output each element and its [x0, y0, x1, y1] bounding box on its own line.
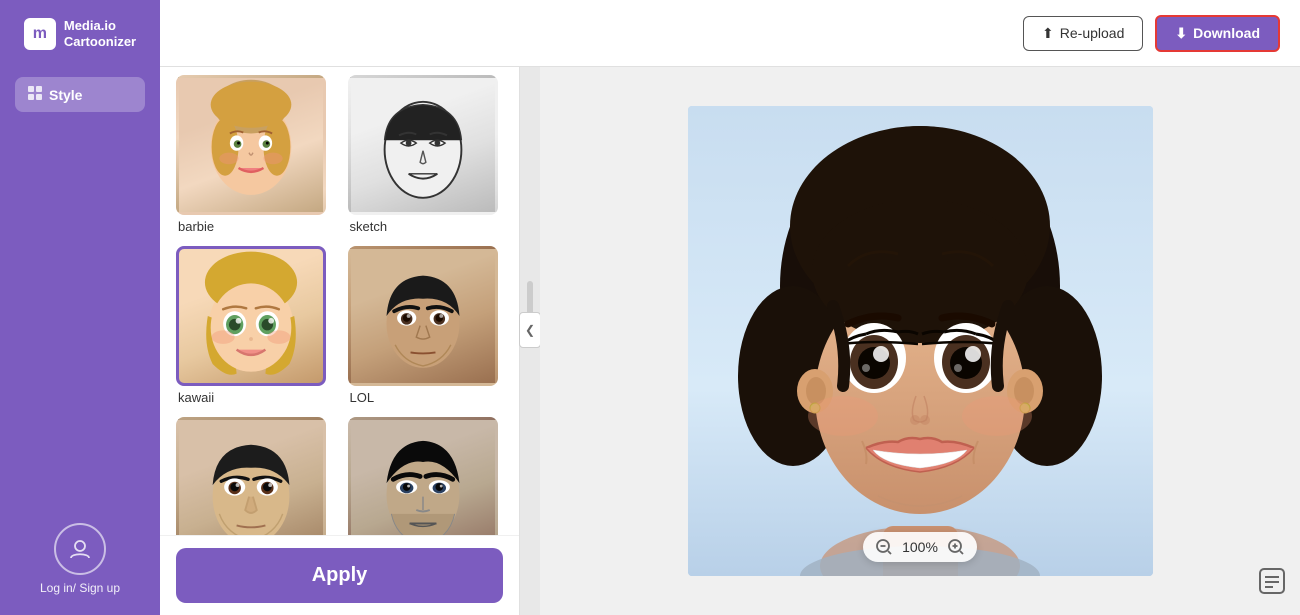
style-item-kawaii[interactable]: kawaii: [176, 246, 332, 405]
style-item-sketch[interactable]: sketch: [348, 75, 504, 234]
style-item-american-comics[interactable]: american comics: [348, 417, 504, 535]
logo-text: Media.io Cartoonizer: [64, 18, 136, 49]
header: m Media.io Cartoonizer ⬆ Re-upload ⬇ Dow…: [0, 0, 1300, 67]
style-icon: [27, 85, 43, 104]
style-grid: barbie: [160, 67, 519, 535]
header-buttons: ⬆ Re-upload ⬇ Download: [1023, 15, 1280, 52]
upload-icon: ⬆: [1042, 25, 1054, 42]
cartoon-preview-svg: [688, 106, 1153, 576]
edit-button[interactable]: [1258, 567, 1286, 601]
sidebar: Style Log in/ Sign up: [0, 67, 160, 615]
zoom-level: 100%: [901, 539, 939, 555]
reupload-button[interactable]: ⬆ Re-upload: [1023, 16, 1143, 51]
user-avatar[interactable]: [54, 523, 106, 575]
preview-image-container: 100%: [688, 106, 1153, 576]
style-image-lol: [348, 246, 498, 386]
style-label-kawaii: kawaii: [176, 390, 332, 405]
apply-button-container: Apply: [160, 535, 519, 615]
style-image-sketch: [348, 75, 498, 215]
zoom-in-button[interactable]: [947, 538, 965, 556]
download-button[interactable]: ⬇ Download: [1155, 15, 1280, 52]
style-item-lol[interactable]: LOL: [348, 246, 504, 405]
sidebar-bottom: Log in/ Sign up: [40, 523, 120, 595]
main-content: Style Log in/ Sign up: [0, 67, 1300, 615]
style-label-lol: LOL: [348, 390, 504, 405]
apply-button[interactable]: Apply: [176, 548, 503, 603]
sidebar-item-style[interactable]: Style: [15, 77, 145, 112]
style-image-caricature: [176, 417, 326, 535]
style-panel: barbie: [160, 67, 520, 615]
logo-area: m Media.io Cartoonizer: [0, 0, 160, 67]
style-image-american-comics: [348, 417, 498, 535]
download-icon: ⬇: [1175, 25, 1187, 42]
style-item-barbie[interactable]: barbie: [176, 75, 332, 234]
preview-image: [688, 106, 1153, 576]
login-label[interactable]: Log in/ Sign up: [40, 581, 120, 595]
preview-area: 100%: [540, 67, 1300, 615]
collapse-panel-button[interactable]: ❮: [519, 312, 541, 348]
style-item-caricature[interactable]: caricature: [176, 417, 332, 535]
panel-divider: ❮: [520, 67, 540, 615]
logo-icon: m: [24, 18, 56, 50]
style-image-barbie: [176, 75, 326, 215]
zoom-out-button[interactable]: [875, 538, 893, 556]
style-label-sketch: sketch: [348, 219, 504, 234]
style-image-kawaii: [176, 246, 326, 386]
zoom-controls: 100%: [863, 532, 977, 562]
style-label-barbie: barbie: [176, 219, 332, 234]
